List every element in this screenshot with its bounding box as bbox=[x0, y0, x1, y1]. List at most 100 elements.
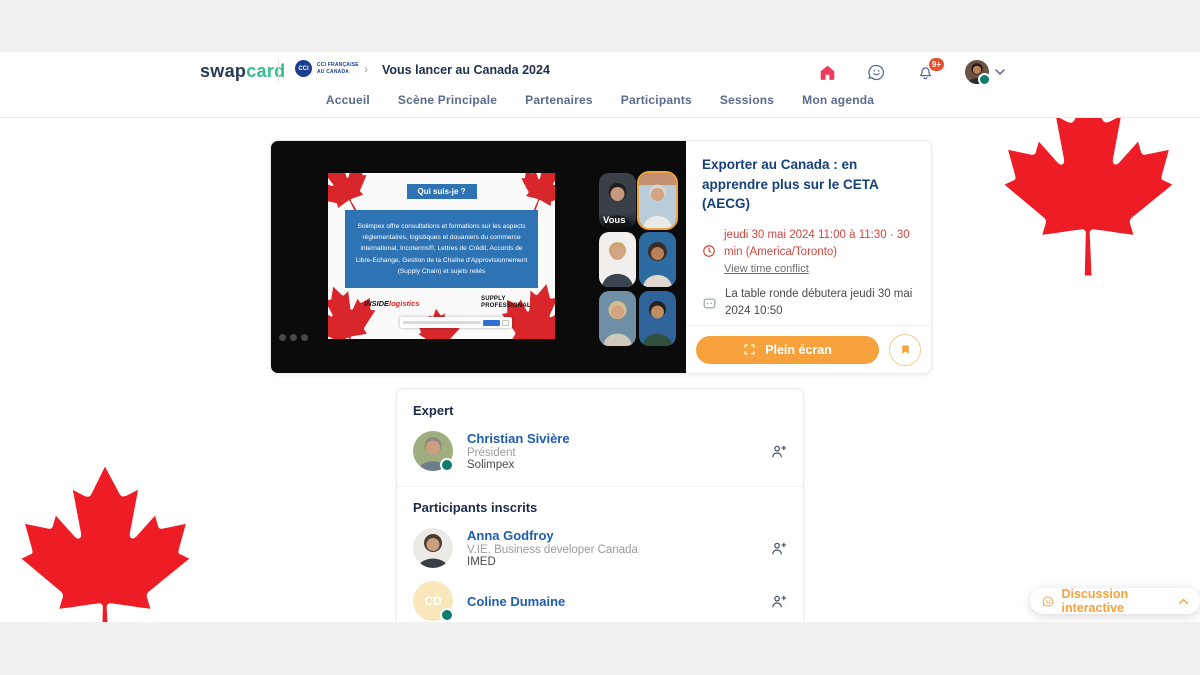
supply-professional-logo: SUPPLYPROFESSIONAL bbox=[481, 296, 527, 310]
participant-row: Anna Godfroy V.IE. Business developer Ca… bbox=[413, 528, 787, 568]
participant-name-link[interactable]: Anna Godfroy bbox=[467, 528, 638, 543]
logo-text-swap: swap bbox=[200, 61, 246, 81]
video-tile-speaker-5 bbox=[599, 291, 636, 346]
top-letterbox-strip bbox=[0, 0, 1200, 52]
announcement-icon bbox=[702, 296, 717, 311]
fullscreen-button[interactable]: Plein écran bbox=[696, 336, 879, 364]
swapcard-logo[interactable]: swapcard bbox=[200, 61, 285, 82]
bookmark-button[interactable] bbox=[889, 334, 921, 366]
home-icon bbox=[818, 63, 837, 82]
video-tile-photo bbox=[639, 232, 676, 287]
fullscreen-label: Plein écran bbox=[765, 343, 832, 357]
expert-company: Solimpex bbox=[467, 459, 570, 471]
clock-icon bbox=[702, 244, 716, 258]
notifications-button[interactable]: 9+ bbox=[916, 63, 935, 82]
video-tile-photo bbox=[599, 291, 636, 346]
video-tile-speaker-6 bbox=[639, 291, 676, 346]
expert-name-link[interactable]: Christian Sivière bbox=[467, 431, 570, 446]
header-actions: 9+ bbox=[818, 59, 1005, 85]
event-session-page: swapcard CCi CCI FRANÇAISEAU CANADA › Vo… bbox=[0, 0, 1200, 675]
bookmark-icon bbox=[899, 343, 912, 356]
player-controls[interactable] bbox=[279, 334, 308, 341]
nav-scene-principale[interactable]: Scène Principale bbox=[398, 93, 497, 107]
participant-avatar-photo bbox=[413, 528, 453, 568]
fullscreen-icon bbox=[743, 343, 756, 356]
session-notice: La table ronde débutera jeudi 30 mai 202… bbox=[725, 286, 915, 321]
people-card: Expert Christian Sivière Président Solim… bbox=[396, 388, 804, 628]
participant-name-link[interactable]: Coline Dumaine bbox=[467, 594, 565, 609]
slide-cookie-bar bbox=[400, 317, 512, 328]
session-time-row: jeudi 30 mai 2024 11:00 à 11:30 · 30 min… bbox=[702, 227, 915, 276]
person-add-icon bbox=[770, 593, 787, 610]
interactive-discussion-toggle[interactable]: Discussion interactive bbox=[1030, 588, 1200, 614]
presentation-slide: Qui suis-je ? Solimpex offre consultatio… bbox=[328, 173, 555, 339]
participant-company: IMED bbox=[467, 556, 638, 568]
nav-sessions[interactable]: Sessions bbox=[720, 93, 774, 107]
discussion-label: Discussion interactive bbox=[1061, 587, 1171, 615]
home-button[interactable] bbox=[818, 63, 837, 82]
participant-row: CD Coline Dumaine bbox=[413, 581, 787, 621]
user-avatar[interactable] bbox=[965, 60, 989, 84]
video-tile-photo bbox=[639, 173, 676, 228]
session-info-panel: Exporter au Canada : en apprendre plus s… bbox=[686, 141, 931, 373]
cci-logo-icon: CCi bbox=[295, 60, 312, 77]
organizer-badge[interactable]: CCi CCI FRANÇAISEAU CANADA bbox=[295, 60, 359, 77]
add-contact-button[interactable] bbox=[770, 540, 787, 557]
video-tile-photo bbox=[639, 291, 676, 346]
participant-avatar[interactable] bbox=[413, 528, 453, 568]
header-divider bbox=[278, 59, 279, 83]
add-contact-button[interactable] bbox=[770, 593, 787, 610]
video-tile-you: Vous bbox=[599, 173, 636, 228]
chat-smiley-icon bbox=[867, 63, 886, 82]
add-contact-button[interactable] bbox=[770, 443, 787, 460]
org-line1: CCI FRANÇAISE bbox=[317, 62, 359, 68]
section-divider bbox=[397, 486, 803, 487]
you-label: Vous bbox=[599, 213, 636, 228]
messages-button[interactable] bbox=[867, 63, 886, 82]
header: swapcard CCi CCI FRANÇAISEAU CANADA › Vo… bbox=[0, 52, 1200, 118]
online-status-dot bbox=[440, 608, 454, 622]
bottom-letterbox-strip bbox=[0, 622, 1200, 675]
video-tile-speaker-4 bbox=[639, 232, 676, 287]
video-tile-photo bbox=[599, 232, 636, 287]
expert-heading: Expert bbox=[413, 403, 787, 418]
nav-accueil[interactable]: Accueil bbox=[326, 93, 370, 107]
session-actions: Plein écran bbox=[686, 325, 931, 373]
person-add-icon bbox=[770, 443, 787, 460]
org-line2: AU CANADA bbox=[317, 69, 349, 75]
breadcrumb[interactable]: Vous lancer au Canada 2024 bbox=[382, 63, 550, 77]
cookie-accept-button bbox=[483, 320, 500, 326]
participants-heading: Participants inscrits bbox=[413, 500, 787, 515]
video-tile-active-speaker bbox=[639, 173, 676, 228]
cookie-bar-text-smudge bbox=[403, 321, 481, 324]
slide-title: Qui suis-je ? bbox=[406, 184, 476, 199]
cookie-secondary-button bbox=[502, 320, 509, 326]
expert-avatar[interactable] bbox=[413, 431, 453, 471]
online-status-dot bbox=[440, 458, 454, 472]
nav-mon-agenda[interactable]: Mon agenda bbox=[802, 93, 874, 107]
chevron-down-icon[interactable] bbox=[995, 69, 1005, 75]
nav-partenaires[interactable]: Partenaires bbox=[525, 93, 593, 107]
session-title: Exporter au Canada : en apprendre plus s… bbox=[702, 155, 915, 214]
notification-badge: 9+ bbox=[928, 57, 945, 72]
participant-avatar[interactable]: CD bbox=[413, 581, 453, 621]
expert-role: Président bbox=[467, 447, 570, 459]
nav-participants[interactable]: Participants bbox=[621, 93, 692, 107]
expert-row: Christian Sivière Président Solimpex bbox=[413, 431, 787, 471]
logo-text-card: card bbox=[246, 61, 285, 81]
chat-smiley-icon bbox=[1042, 594, 1054, 609]
breadcrumb-chevron-icon: › bbox=[364, 62, 368, 76]
view-time-conflict-link[interactable]: View time conflict bbox=[724, 263, 809, 275]
person-add-icon bbox=[770, 540, 787, 557]
session-media-card: Qui suis-je ? Solimpex offre consultatio… bbox=[270, 140, 932, 374]
video-tile-speaker-3 bbox=[599, 232, 636, 287]
slide-body-text: Solimpex offre consultations et formatio… bbox=[345, 210, 538, 288]
chevron-up-icon bbox=[1179, 598, 1188, 605]
live-video-stage: Qui suis-je ? Solimpex offre consultatio… bbox=[271, 141, 686, 373]
event-nav: Accueil Scène Principale Partenaires Par… bbox=[0, 93, 1200, 107]
inside-logistics-logo: INSIDElogistics bbox=[364, 299, 419, 308]
participant-role: V.IE. Business developer Canada bbox=[467, 544, 638, 556]
speaker-video-tiles: Vous bbox=[599, 173, 676, 346]
online-status-dot bbox=[978, 73, 991, 86]
session-datetime: jeudi 30 mai 2024 11:00 à 11:30 · 30 min… bbox=[724, 227, 915, 262]
